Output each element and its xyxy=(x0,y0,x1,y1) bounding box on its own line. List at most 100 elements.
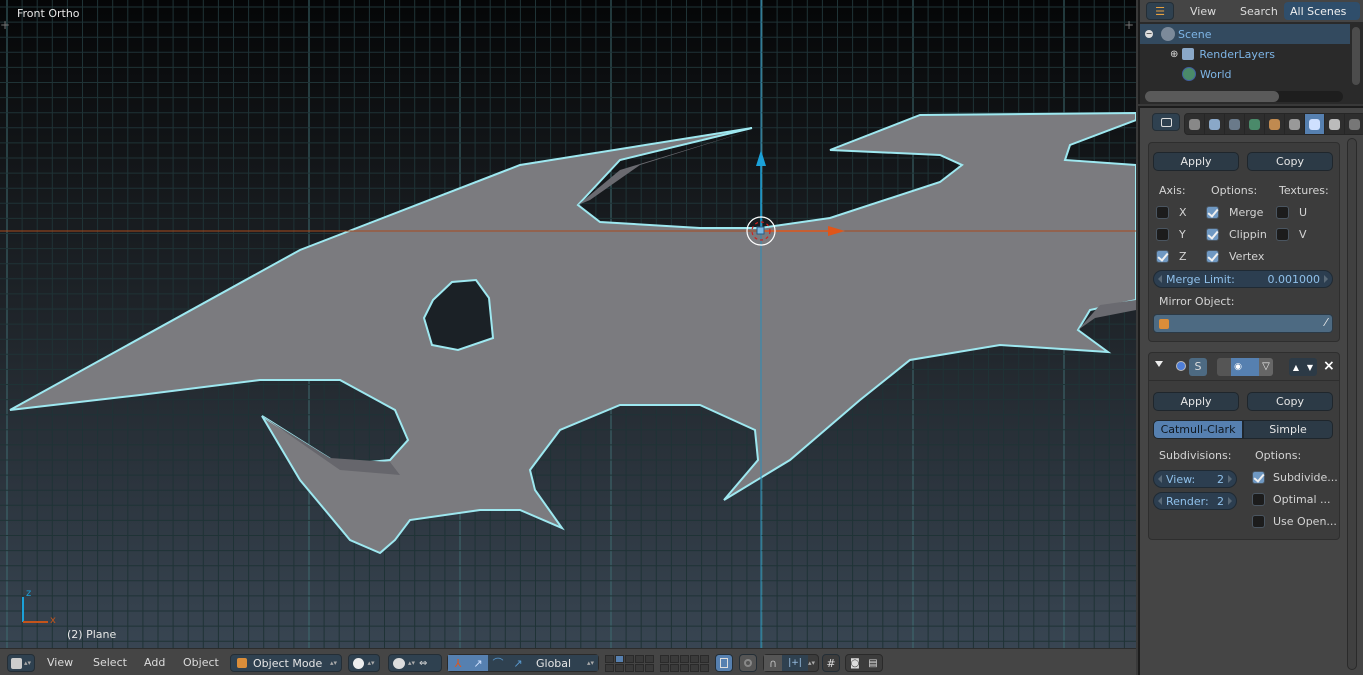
context-tab-world[interactable] xyxy=(1245,114,1265,134)
outliner-tab-view[interactable]: View xyxy=(1184,2,1222,20)
axis-z-checkbox[interactable] xyxy=(1156,250,1169,263)
subdivide-uvs-checkbox[interactable] xyxy=(1252,471,1265,484)
area-split-plus[interactable]: + xyxy=(0,18,10,32)
properties-editor-type-button[interactable] xyxy=(1152,113,1180,131)
mode-dropdown[interactable]: Object Mode ▴▾ xyxy=(230,654,342,672)
shading-dropdown[interactable]: ▴▾ xyxy=(348,654,380,672)
layer-button[interactable] xyxy=(645,664,654,672)
layer-button[interactable] xyxy=(635,655,644,663)
3d-viewport[interactable]: z x + + Front Ortho (2) Plane xyxy=(0,0,1136,648)
layers-grid-2[interactable] xyxy=(660,655,710,672)
outliner-editor-type-button[interactable]: ☰ xyxy=(1146,2,1174,20)
outliner-tab-search[interactable]: Search xyxy=(1234,2,1284,20)
pivot-dropdown[interactable]: ▴▾ ⇔ xyxy=(388,654,442,672)
rotate-icon[interactable]: ↗ xyxy=(468,655,488,671)
orientation-dropdown[interactable]: Global ▴▾ xyxy=(528,655,598,671)
layer-button[interactable] xyxy=(680,664,689,672)
modifier-name-field[interactable]: S xyxy=(1189,358,1207,376)
mirror-object-field[interactable]: ⁄ xyxy=(1153,314,1333,333)
outliner-horizontal-scrollbar[interactable] xyxy=(1145,91,1279,102)
layer-button[interactable] xyxy=(615,664,624,672)
eyedropper-icon[interactable]: ⁄ xyxy=(1325,316,1327,329)
context-tab-scene[interactable] xyxy=(1225,114,1245,134)
layer-button[interactable] xyxy=(690,664,699,672)
manipulator-toggle-icon[interactable]: ⇔ xyxy=(419,658,427,669)
expand-icon[interactable]: ⊕ xyxy=(1170,49,1178,60)
snap-magnet-icon[interactable]: ∩ xyxy=(764,655,782,671)
mesh-object-plane[interactable] xyxy=(9,111,1136,555)
subsurf-apply-button[interactable]: Apply xyxy=(1153,392,1239,411)
layer-button[interactable] xyxy=(625,664,634,672)
context-tab-modifiers-wrench[interactable] xyxy=(1305,114,1325,134)
layer-button[interactable] xyxy=(700,664,709,672)
translate-icon[interactable]: ⅄ xyxy=(448,655,468,671)
merge-limit-field[interactable]: Merge Limit: 0.001000 xyxy=(1153,270,1333,288)
manipulator-scale-icon[interactable]: ↗ xyxy=(508,655,528,671)
vertex-groups-checkbox[interactable] xyxy=(1206,250,1219,263)
viewport-eye-icon[interactable]: ◉ xyxy=(1231,358,1245,376)
layer-button[interactable] xyxy=(700,655,709,663)
menu-view[interactable]: View xyxy=(47,656,73,669)
merge-checkbox[interactable] xyxy=(1206,206,1219,219)
context-tab-data-mesh[interactable] xyxy=(1325,114,1345,134)
outliner-display-mode-dropdown[interactable]: All Scenes xyxy=(1284,2,1360,20)
layer-button[interactable] xyxy=(625,655,634,663)
layer-button[interactable] xyxy=(680,655,689,663)
mirror-apply-button[interactable]: Apply xyxy=(1153,152,1239,171)
layers-grid-1[interactable] xyxy=(605,655,655,672)
menu-select[interactable]: Select xyxy=(93,656,127,669)
context-tab-render[interactable] xyxy=(1185,114,1205,134)
catmull-clark-button[interactable]: Catmull-Clark xyxy=(1153,420,1243,439)
layer-button[interactable] xyxy=(690,655,699,663)
scale-icon[interactable]: ⌒ xyxy=(488,655,508,671)
move-down-icon[interactable]: ▼ xyxy=(1307,363,1313,372)
axis-x-checkbox[interactable] xyxy=(1156,206,1169,219)
area-split-plus[interactable]: + xyxy=(1124,18,1134,32)
layer-button[interactable] xyxy=(645,655,654,663)
editmode-toggle-icon[interactable] xyxy=(1245,358,1259,376)
simple-button[interactable]: Simple xyxy=(1243,420,1333,439)
move-up-icon[interactable]: ▲ xyxy=(1293,363,1299,372)
render-levels-field[interactable]: Render: 2 xyxy=(1153,492,1237,510)
context-tab-material[interactable] xyxy=(1345,114,1363,134)
axis-y-checkbox[interactable] xyxy=(1156,228,1169,241)
snap-target-icon[interactable]: |+| xyxy=(782,655,808,671)
transform-manipulator[interactable] xyxy=(746,150,845,246)
texture-u-checkbox[interactable] xyxy=(1276,206,1289,219)
outliner-vertical-scrollbar[interactable] xyxy=(1351,26,1361,86)
layer-button[interactable] xyxy=(670,655,679,663)
context-tab-constraints[interactable] xyxy=(1285,114,1305,134)
render-anim-icon[interactable]: ▤ xyxy=(864,655,882,671)
render-icon[interactable]: ◙ xyxy=(846,655,864,671)
clipping-checkbox[interactable] xyxy=(1206,228,1219,241)
properties-vertical-scrollbar[interactable] xyxy=(1347,138,1357,670)
layer-button[interactable] xyxy=(660,664,669,672)
lock-camera-button[interactable] xyxy=(715,654,733,672)
cage-toggle-icon[interactable]: ▽ xyxy=(1259,358,1273,376)
layer-button[interactable] xyxy=(615,655,624,663)
layer-button[interactable] xyxy=(635,664,644,672)
outliner-row-world[interactable]: World xyxy=(1140,64,1350,84)
context-tab-renderlayers[interactable] xyxy=(1205,114,1225,134)
layer-button[interactable] xyxy=(605,664,614,672)
collapse-triangle-icon[interactable] xyxy=(1155,361,1163,367)
texture-v-checkbox[interactable] xyxy=(1276,228,1289,241)
remove-modifier-icon[interactable]: × xyxy=(1323,358,1335,374)
view-levels-field[interactable]: View: 2 xyxy=(1153,470,1237,488)
outliner-horizontal-scrollbar-track[interactable] xyxy=(1145,91,1343,102)
snap-element-button[interactable]: # xyxy=(822,654,840,672)
render-toggle-icon[interactable] xyxy=(1217,358,1231,376)
proportional-edit-button[interactable] xyxy=(739,654,757,672)
subsurf-copy-button[interactable]: Copy xyxy=(1247,392,1333,411)
mirror-copy-button[interactable]: Copy xyxy=(1247,152,1333,171)
layer-button[interactable] xyxy=(605,655,614,663)
context-tab-object[interactable] xyxy=(1265,114,1285,134)
menu-add[interactable]: Add xyxy=(144,656,165,669)
menu-object[interactable]: Object xyxy=(183,656,219,669)
layer-button[interactable] xyxy=(670,664,679,672)
outliner-row-renderlayers[interactable]: ⊕ RenderLayers xyxy=(1140,44,1350,64)
layer-button[interactable] xyxy=(660,655,669,663)
optimal-display-checkbox[interactable] xyxy=(1252,493,1265,506)
use-opensubdiv-checkbox[interactable] xyxy=(1252,515,1265,528)
collapse-icon[interactable]: − xyxy=(1145,30,1153,38)
